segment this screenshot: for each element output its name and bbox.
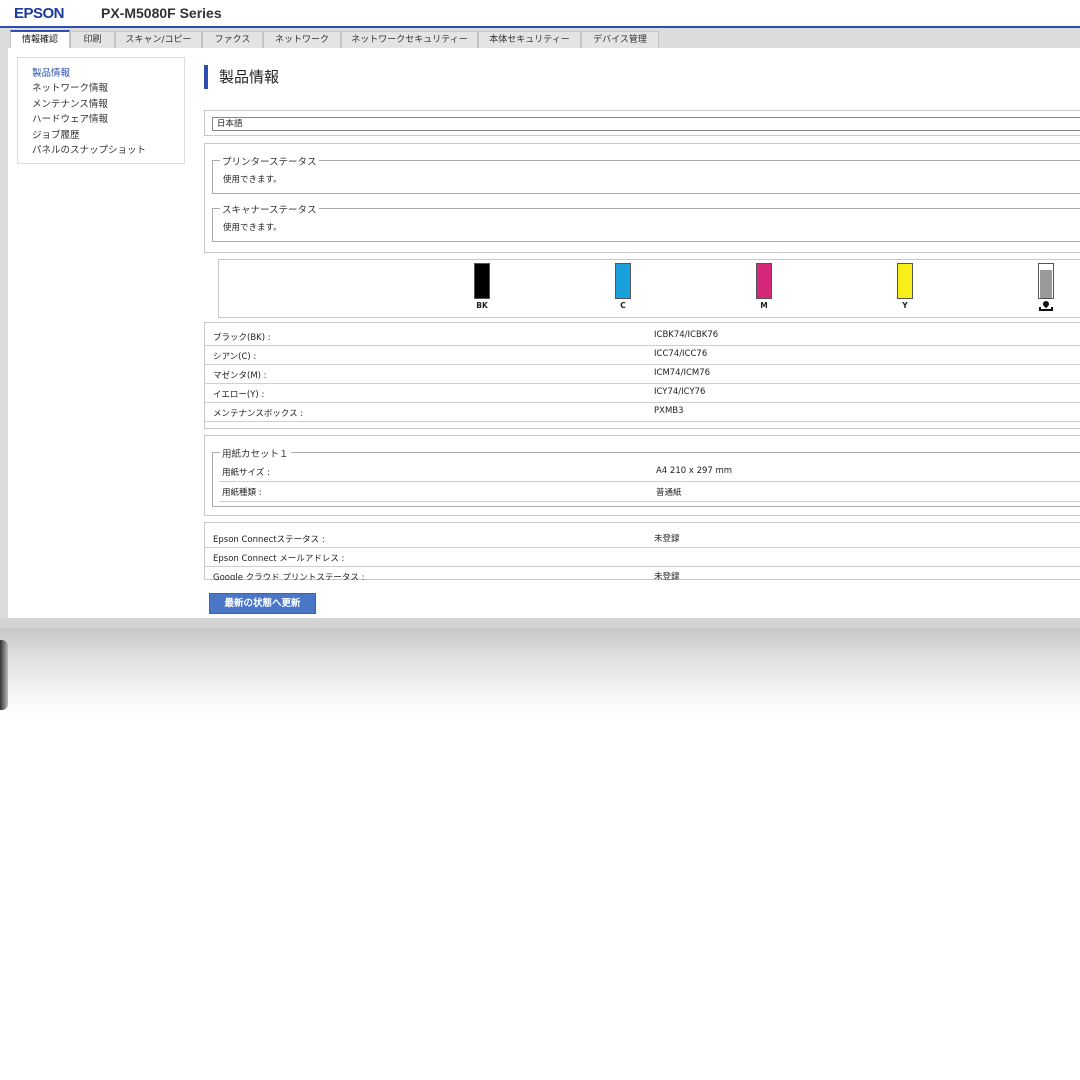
ink-bar-black bbox=[474, 263, 490, 299]
cartridge-row: マゼンタ(M) : ICM74/ICM76 bbox=[205, 365, 1080, 384]
paper-row: 用紙種類 : 普通紙 bbox=[219, 482, 1080, 502]
printer-status-text: 使用できます。 bbox=[223, 175, 282, 185]
ink-magenta: M bbox=[754, 263, 774, 310]
header: EPSON PX-M5080F Series bbox=[0, 0, 1080, 28]
title-accent-bar bbox=[204, 65, 208, 89]
ink-level-box bbox=[218, 259, 1080, 318]
connect-row: Epson Connectステータス : 未登録 bbox=[205, 529, 1080, 548]
ink-bar-cyan bbox=[615, 263, 631, 299]
tab-scan-copy[interactable]: スキャン/コピー bbox=[115, 31, 202, 48]
cartridge-value: ICBK74/ICBK76 bbox=[654, 330, 719, 340]
printer-status-fieldset bbox=[212, 160, 1080, 194]
window-left-frame bbox=[0, 48, 8, 628]
sidebar-item-panel-snapshot[interactable]: パネルのスナップショット bbox=[32, 143, 184, 158]
cartridge-value: ICM74/ICM76 bbox=[654, 368, 711, 378]
refresh-button[interactable]: 最新の状態へ更新 bbox=[209, 593, 316, 614]
ink-yellow: Y bbox=[895, 263, 915, 310]
ink-label-cyan: C bbox=[620, 301, 626, 310]
window-bottom-frame bbox=[0, 618, 1080, 628]
cartridge-row: メンテナンスボックス : PXMB3 bbox=[205, 403, 1080, 422]
ink-label-magenta: M bbox=[760, 301, 768, 310]
model-name: PX-M5080F Series bbox=[101, 5, 222, 21]
connect-row: Google クラウド プリントステータス : 未登録 bbox=[205, 567, 1080, 580]
ink-label-yellow: Y bbox=[902, 301, 908, 310]
cartridge-value: PXMB3 bbox=[654, 406, 684, 416]
sidebar-item-maintenance-info[interactable]: メンテナンス情報 bbox=[32, 97, 184, 112]
scanner-status-fieldset bbox=[212, 208, 1080, 242]
tab-info[interactable]: 情報確認 bbox=[10, 30, 70, 48]
paper-cassette-legend: 用紙カセット１ bbox=[220, 446, 291, 460]
printer-status-legend: プリンターステータス bbox=[220, 154, 319, 168]
ink-cyan: C bbox=[613, 263, 633, 310]
ink-bar-magenta bbox=[756, 263, 772, 299]
maintenance-box-icon bbox=[1039, 299, 1053, 311]
sidebar-item-product-info[interactable]: 製品情報 bbox=[32, 66, 184, 81]
tab-print[interactable]: 印刷 bbox=[70, 31, 115, 48]
paper-type-label: 用紙種類 : bbox=[222, 488, 262, 498]
tab-bar: 情報確認 印刷 スキャン/コピー ファクス ネットワーク ネットワークセキュリテ… bbox=[0, 28, 1080, 48]
paper-size-label: 用紙サイズ : bbox=[222, 468, 270, 478]
maintenance-box bbox=[1036, 263, 1056, 311]
desktop-shadow bbox=[0, 628, 1080, 718]
connect-row: Epson Connect メールアドレス : bbox=[205, 548, 1080, 567]
cartridge-label: ブラック(BK) : bbox=[213, 333, 271, 343]
cartridge-label: シアン(C) : bbox=[213, 352, 257, 362]
connect-label: Epson Connectステータス : bbox=[213, 535, 325, 545]
cartridge-value: ICC74/ICC76 bbox=[654, 349, 708, 359]
sidebar: 製品情報 ネットワーク情報 メンテナンス情報 ハードウェア情報 ジョブ履歴 パネ… bbox=[17, 57, 185, 164]
cartridge-row: イエロー(Y) : ICY74/ICY76 bbox=[205, 384, 1080, 403]
tab-network[interactable]: ネットワーク bbox=[263, 31, 341, 48]
scanner-status-legend: スキャナーステータス bbox=[220, 202, 319, 216]
ink-black: BK bbox=[472, 263, 492, 310]
cartridge-row: ブラック(BK) : ICBK74/ICBK76 bbox=[205, 327, 1080, 346]
maintenance-box-bar bbox=[1038, 263, 1054, 299]
sidebar-item-network-info[interactable]: ネットワーク情報 bbox=[32, 81, 184, 96]
desktop-edge bbox=[0, 640, 8, 710]
sidebar-item-job-history[interactable]: ジョブ履歴 bbox=[32, 128, 184, 143]
paper-size-value: A4 210 x 297 mm bbox=[656, 466, 733, 476]
ink-label-black: BK bbox=[476, 301, 488, 310]
connect-value: 未登録 bbox=[654, 534, 680, 544]
sidebar-item-hardware-info[interactable]: ハードウェア情報 bbox=[32, 112, 184, 127]
cartridge-row: シアン(C) : ICC74/ICC76 bbox=[205, 346, 1080, 365]
maintenance-box-fill bbox=[1040, 270, 1052, 298]
tab-device-security[interactable]: 本体セキュリティー bbox=[478, 31, 581, 48]
scanner-status-text: 使用できます。 bbox=[223, 223, 282, 233]
paper-type-value: 普通紙 bbox=[656, 488, 682, 498]
browser-window: EPSON PX-M5080F Series 情報確認 印刷 スキャン/コピー … bbox=[0, 0, 1080, 628]
page-title: 製品情報 bbox=[219, 68, 280, 86]
connect-label: Epson Connect メールアドレス : bbox=[213, 554, 345, 564]
cartridge-value: ICY74/ICY76 bbox=[654, 387, 706, 397]
epson-logo: EPSON bbox=[14, 5, 65, 22]
connect-label: Google クラウド プリントステータス : bbox=[213, 573, 365, 580]
language-select[interactable]: 日本語 bbox=[212, 117, 1080, 131]
cartridge-label: メンテナンスボックス : bbox=[213, 409, 304, 419]
cartridge-label: イエロー(Y) : bbox=[213, 390, 265, 400]
connect-value: 未登録 bbox=[654, 572, 680, 580]
cartridge-label: マゼンタ(M) : bbox=[213, 371, 267, 381]
paper-row: 用紙サイズ : A4 210 x 297 mm bbox=[219, 462, 1080, 482]
tab-fax[interactable]: ファクス bbox=[202, 31, 263, 48]
tab-network-security[interactable]: ネットワークセキュリティー bbox=[341, 31, 478, 48]
tab-device-management[interactable]: デバイス管理 bbox=[581, 31, 659, 48]
ink-bar-yellow bbox=[897, 263, 913, 299]
